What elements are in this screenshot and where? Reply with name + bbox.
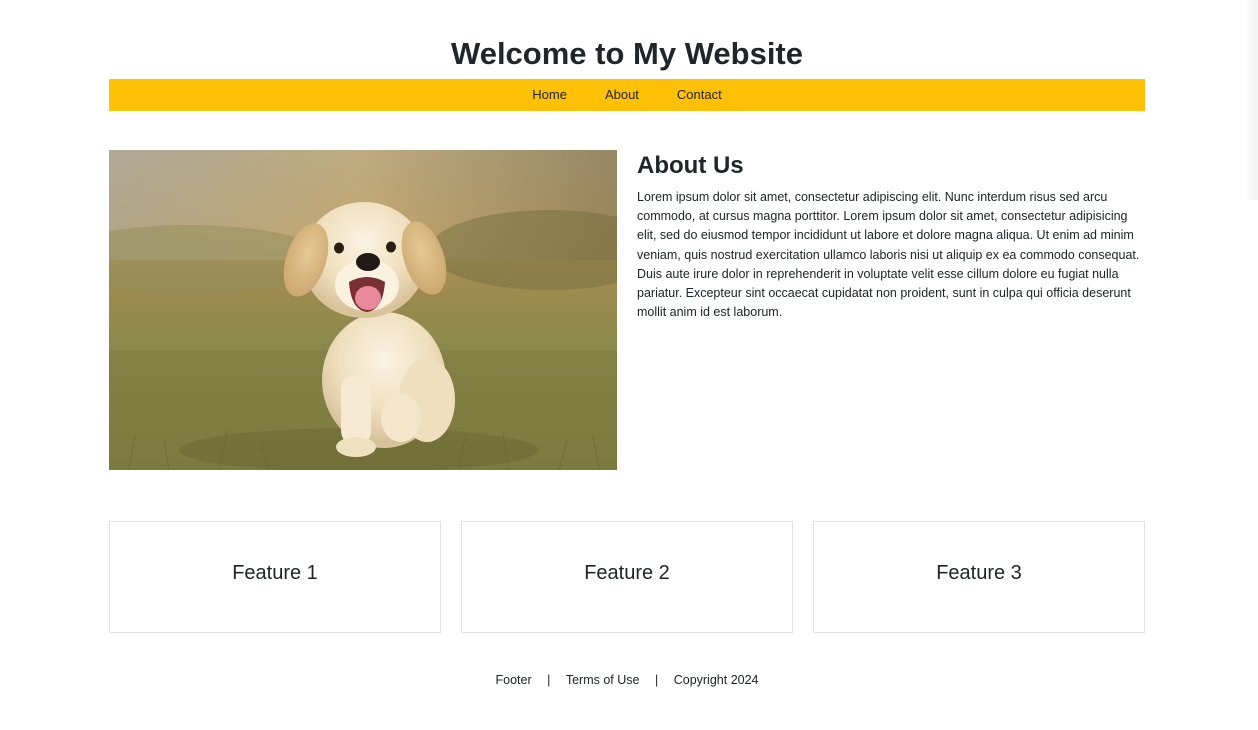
nav-link-contact[interactable]: Contact	[658, 79, 741, 111]
site-title: Welcome to My Website	[451, 36, 803, 71]
nav-link-home[interactable]: Home	[513, 79, 586, 111]
features-row: Feature 1 Feature 2 Feature 3	[109, 521, 1145, 633]
feature-title: Feature 1	[232, 561, 318, 584]
footer-terms-link[interactable]: Terms of Use	[566, 670, 640, 690]
feature-card-1: Feature 1	[109, 521, 441, 633]
feature-title: Feature 2	[584, 561, 670, 584]
footer-label: Footer	[495, 673, 532, 687]
puppy-photo	[109, 150, 617, 470]
footer-separator: |	[547, 673, 551, 687]
feature-card-2: Feature 2	[461, 521, 793, 633]
about-text: Lorem ipsum dolor sit amet, consectetur …	[637, 190, 1140, 320]
about-section: About Us Lorem ipsum dolor sit amet, con…	[637, 150, 1147, 322]
footer-separator: |	[654, 673, 659, 687]
footer: Footer | Terms of Use | Copyright 2024	[0, 670, 1254, 690]
about-heading: About Us	[637, 152, 744, 179]
feature-card-3: Feature 3	[813, 521, 1145, 633]
footer-copyright: Copyright 2024	[673, 673, 759, 687]
navbar: Home About Contact	[109, 79, 1145, 111]
window-edge-shadow	[1244, 0, 1258, 200]
nav-link-about[interactable]: About	[586, 79, 658, 111]
feature-title: Feature 3	[936, 561, 1022, 584]
page: Welcome to My Website Home About Contact	[0, 0, 1258, 730]
